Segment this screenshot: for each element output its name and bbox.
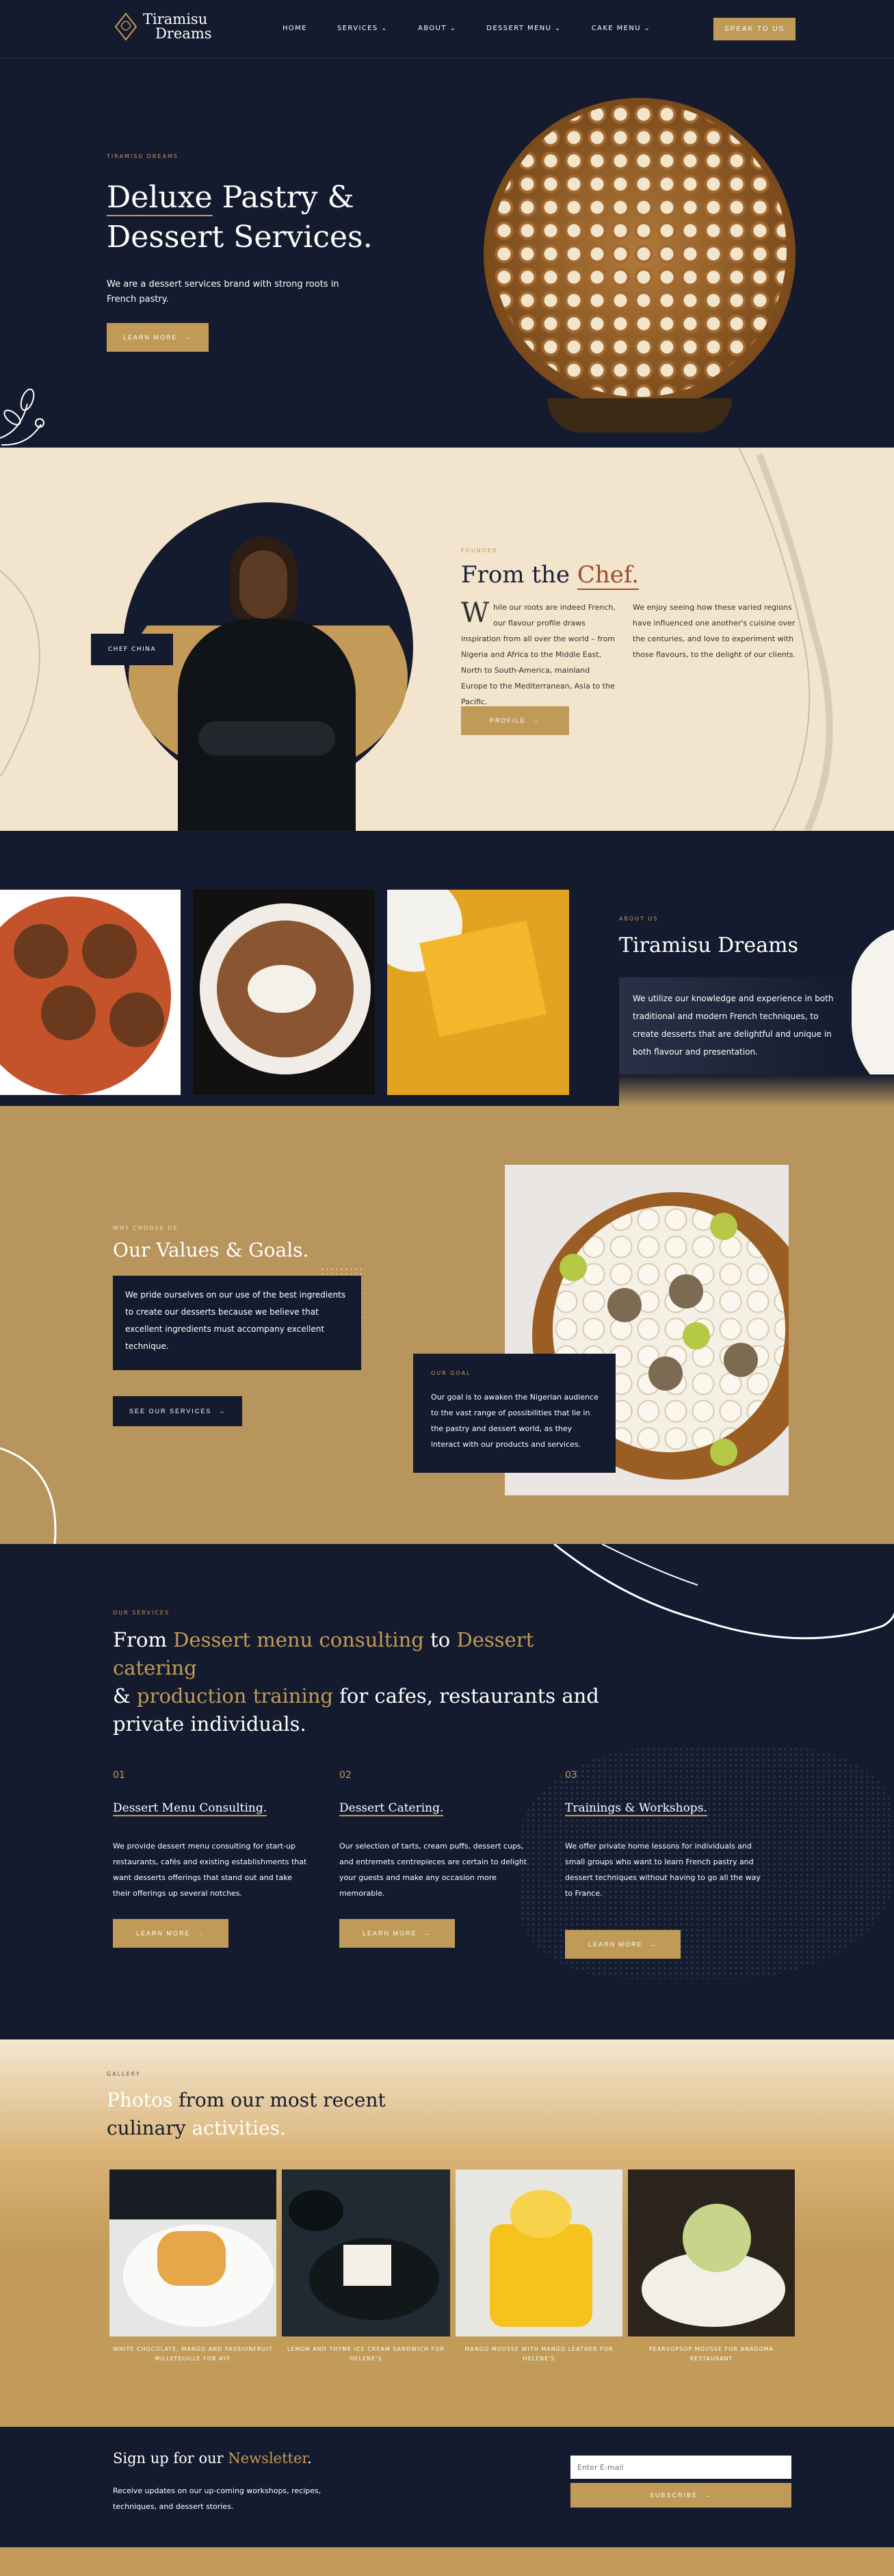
chef-title: From the Chef. bbox=[461, 561, 640, 590]
site-header: Tiramisu Dreams HOME SERVICES ⌄ ABOUT ⌄ … bbox=[0, 0, 894, 59]
chevron-down-icon: ⌄ bbox=[644, 25, 651, 32]
logo-diamond-icon bbox=[114, 12, 137, 41]
arrow-right-icon: → bbox=[705, 2492, 712, 2499]
chef-photo bbox=[171, 537, 363, 831]
about-text: We utilize our knowledge and experience … bbox=[633, 994, 834, 1057]
arrow-right-icon: → bbox=[184, 334, 192, 341]
service-card-2: 02 Dessert Catering. Our selection of ta… bbox=[339, 1770, 544, 1948]
nav-about[interactable]: ABOUT ⌄ bbox=[418, 25, 456, 32]
about-photo-1 bbox=[0, 890, 181, 1095]
service-title: Trainings & Workshops. bbox=[565, 1801, 707, 1816]
chef-badge: CHEF CHINA bbox=[91, 634, 173, 665]
hero-section: TIRAMISU DREAMS Deluxe Pastry & Dessert S… bbox=[0, 0, 894, 448]
values-eyebrow: WHY CHOOSE US bbox=[113, 1225, 179, 1231]
chef-body: While our roots are indeed French, our f… bbox=[461, 597, 616, 706]
service-number: 03 bbox=[565, 1770, 577, 1781]
about-section: ABOUT US Tiramisu Dreams We utilize our … bbox=[0, 831, 894, 1106]
chevron-down-icon: ⌄ bbox=[449, 25, 457, 32]
hero-learn-more-button[interactable]: LEARN MORE → bbox=[107, 323, 209, 352]
services-eyebrow: OUR SERVICES bbox=[113, 1610, 170, 1616]
about-photo-3 bbox=[387, 890, 569, 1095]
arrow-right-icon: → bbox=[218, 1408, 226, 1415]
gallery-caption-1: WHITE CHOCOLATE, MANGO AND PASSIONFRUIT … bbox=[113, 2346, 273, 2362]
arrow-right-icon: → bbox=[423, 1930, 432, 1937]
newsletter-text: Receive updates on our up-coming worksho… bbox=[113, 2486, 321, 2511]
logo-text-line2: Dreams bbox=[155, 25, 212, 42]
tiramisu-shadow bbox=[547, 398, 732, 433]
values-section: WHY CHOOSE US Our Values & Goals. We pri… bbox=[0, 1106, 894, 1544]
chevron-down-icon: ⌄ bbox=[381, 25, 389, 32]
service-text: We offer private home lessons for indivi… bbox=[565, 1842, 761, 1898]
speak-to-us-button[interactable]: SPEAK TO US bbox=[713, 18, 796, 40]
gallery-eyebrow: GALLERY bbox=[107, 2071, 141, 2077]
hero-text: We are a dessert services brand with str… bbox=[107, 279, 339, 305]
service-title: Dessert Menu Consulting. bbox=[113, 1801, 267, 1816]
gallery-section: GALLERY Photos from our most recent culin… bbox=[0, 2039, 894, 2427]
chef-section: CHEF CHINA FOUNDER From the Chef. While … bbox=[0, 448, 894, 831]
about-card: We utilize our knowledge and experience … bbox=[619, 977, 854, 1074]
newsletter-section: Sign up for our Newsletter. Receive upda… bbox=[0, 2427, 894, 2547]
gallery-photo-4[interactable] bbox=[628, 2169, 795, 2336]
hero-eyebrow: TIRAMISU DREAMS bbox=[107, 153, 179, 159]
services-section: OUR SERVICES From Dessert menu consultin… bbox=[0, 1544, 894, 2039]
newsletter-title: Sign up for our Newsletter. bbox=[113, 2450, 312, 2466]
chef-title-highlight: Chef. bbox=[577, 561, 640, 590]
service-number: 02 bbox=[339, 1770, 352, 1781]
profile-button[interactable]: PROFILE → bbox=[461, 706, 569, 735]
values-title: Our Values & Goals. bbox=[113, 1239, 309, 1261]
chevron-down-icon: ⌄ bbox=[554, 25, 562, 32]
main-nav: HOME SERVICES ⌄ ABOUT ⌄ DESSERT MENU ⌄ C… bbox=[282, 25, 650, 32]
subscribe-button[interactable]: SUBSCRIBE → bbox=[570, 2483, 791, 2508]
logo-text-line1: Tiramisu bbox=[143, 11, 208, 27]
email-input[interactable] bbox=[570, 2456, 791, 2479]
service-learn-more-button[interactable]: LEARN MORE → bbox=[113, 1919, 228, 1948]
service-title: Dessert Catering. bbox=[339, 1801, 444, 1816]
about-gold-fade bbox=[619, 1074, 894, 1106]
nav-cake-menu[interactable]: CAKE MENU ⌄ bbox=[592, 25, 651, 32]
gallery-photo-1[interactable] bbox=[109, 2169, 276, 2336]
see-our-services-button[interactable]: SEE OUR SERVICES → bbox=[113, 1396, 243, 1426]
floral-decoration-icon bbox=[0, 388, 44, 446]
gallery-caption-3: MANGO MOUSSE WITH MANGO LEATHER FOR HELE… bbox=[464, 2346, 614, 2362]
service-card-1: 01 Dessert Menu Consulting. We provide d… bbox=[113, 1770, 318, 1948]
gallery-title: Photos from our most recent culinary acti… bbox=[107, 2089, 386, 2139]
service-card-3: 03 Trainings & Workshops. We offer priva… bbox=[565, 1770, 770, 1959]
curve-decoration-icon bbox=[0, 1447, 57, 1544]
arrow-right-icon: → bbox=[649, 1941, 657, 1948]
goal-card: OUR GOAL Our goal is to awaken the Niger… bbox=[413, 1354, 616, 1473]
goal-eyebrow: OUR GOAL bbox=[431, 1370, 471, 1376]
arrow-right-icon: → bbox=[532, 717, 540, 724]
service-learn-more-button[interactable]: LEARN MORE → bbox=[339, 1919, 455, 1948]
arrow-right-icon: → bbox=[197, 1930, 205, 1937]
about-eyebrow: ABOUT US bbox=[619, 916, 659, 922]
about-title: Tiramisu Dreams bbox=[619, 933, 799, 957]
goal-text: Our goal is to awaken the Nigerian audie… bbox=[431, 1393, 599, 1449]
hero-title-highlight: Deluxe bbox=[107, 180, 213, 216]
nav-home[interactable]: HOME bbox=[282, 25, 307, 32]
chef-eyebrow: FOUNDER bbox=[461, 548, 498, 554]
service-learn-more-button[interactable]: LEARN MORE → bbox=[565, 1930, 681, 1959]
tiramisu-image-dots bbox=[492, 103, 787, 397]
nav-services[interactable]: SERVICES ⌄ bbox=[337, 25, 388, 32]
values-card: We pride ourselves on our use of the bes… bbox=[113, 1276, 361, 1370]
gallery-photo-2[interactable] bbox=[282, 2169, 450, 2336]
service-text: We provide dessert menu consulting for s… bbox=[113, 1842, 307, 1898]
gallery-photo-3[interactable] bbox=[456, 2169, 622, 2336]
nav-dessert-menu[interactable]: DESSERT MENU ⌄ bbox=[486, 25, 561, 32]
values-text: We pride ourselves on our use of the bes… bbox=[125, 1290, 346, 1351]
drop-cap: W bbox=[461, 597, 490, 629]
logo[interactable]: Tiramisu Dreams bbox=[113, 11, 212, 42]
gallery-caption-4: PEARSOPSOP MOUSSE FOR ANAGOMA RESTAURANT bbox=[648, 2346, 774, 2362]
chef-body-col2: We enjoy seeing how these varied regions… bbox=[633, 603, 796, 659]
gallery-caption-2: LEMON AND THYME ICE CREAM SANDWICH FOR H… bbox=[287, 2346, 445, 2362]
footer-strip bbox=[0, 2547, 894, 2576]
service-number: 01 bbox=[113, 1770, 125, 1781]
service-text: Our selection of tarts, cream puffs, des… bbox=[339, 1842, 527, 1898]
services-heading: From Dessert menu consulting to Dessert … bbox=[113, 1628, 599, 1736]
hero-title: Deluxe Pastry & Dessert Services. bbox=[107, 180, 373, 255]
about-photo-2 bbox=[193, 890, 375, 1095]
